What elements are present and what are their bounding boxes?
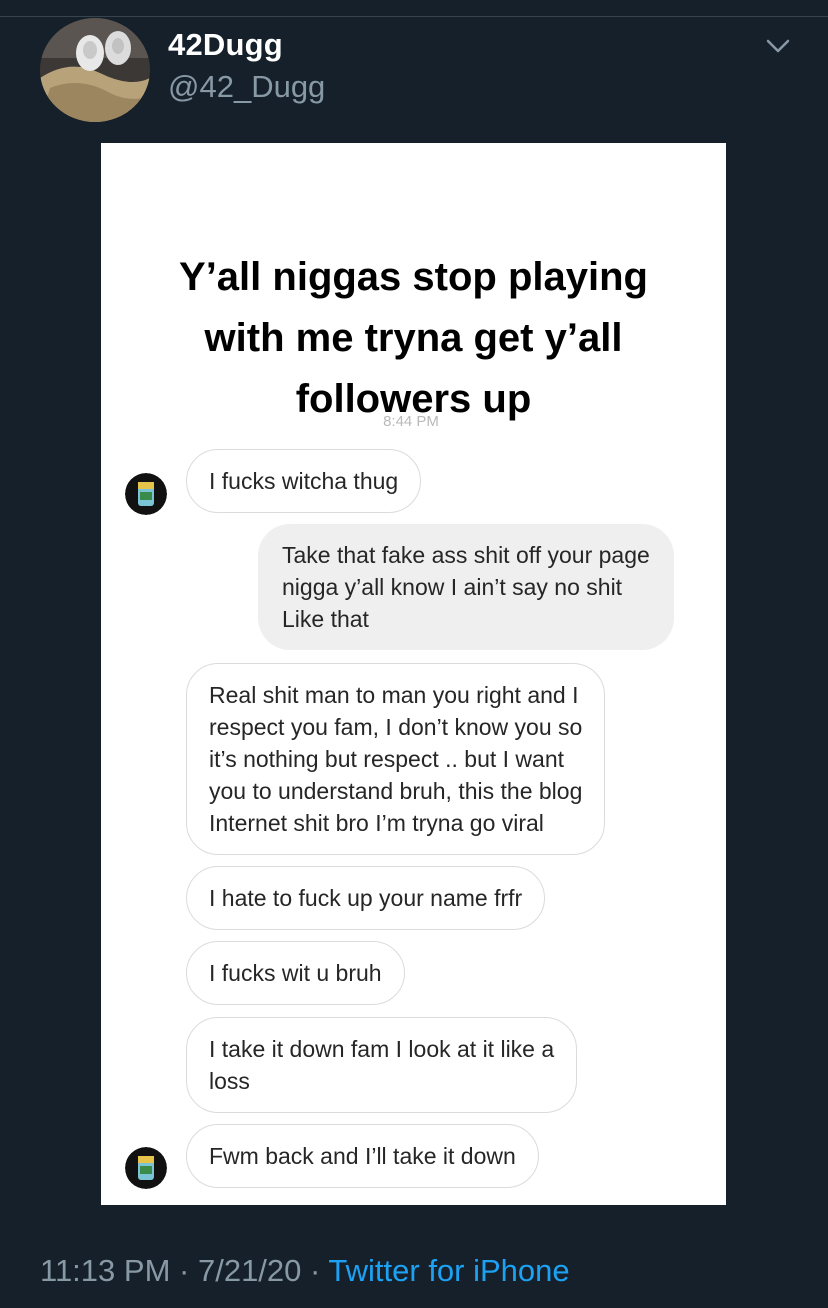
message-bubble-outgoing: Take that fake ass shit off your page ni… <box>258 524 674 650</box>
tweet: 42Dugg @42_Dugg Y’all niggas stop playin… <box>0 0 828 1308</box>
display-name[interactable]: 42Dugg <box>168 27 283 63</box>
message-line: Like that <box>282 606 369 632</box>
message-line: it’s nothing but respect .. but I want <box>209 746 565 772</box>
message-bubble: Real shit man to man you right and I res… <box>186 663 606 855</box>
profile-avatar[interactable] <box>40 18 150 122</box>
media-caption: Y’all niggas stop playing with me tryna … <box>101 247 726 430</box>
message-line: nigga y’all know I ain’t say no shit <box>282 574 623 600</box>
tweet-source-link[interactable]: Twitter for iPhone <box>328 1253 569 1288</box>
message-line: Fwm back and I’ll take it down <box>209 1143 516 1169</box>
message-line: Internet shit bro I’m tryna go viral <box>209 810 544 836</box>
chevron-down-icon[interactable] <box>760 32 796 62</box>
message-line: I fucks wit u bruh <box>209 960 382 986</box>
tweet-time[interactable]: 11:13 PM <box>40 1253 170 1288</box>
message-bubble: I take it down fam I look at it like a l… <box>186 1017 578 1113</box>
message-line: I hate to fuck up your name frfr <box>209 885 523 911</box>
dm-avatar <box>125 1147 167 1189</box>
message-line: I take it down fam I look at it like a <box>209 1036 555 1062</box>
message-line: I fucks witcha thug <box>209 468 399 494</box>
message-line: Take that fake ass shit off your page <box>282 542 650 568</box>
user-handle[interactable]: @42_Dugg <box>168 69 325 105</box>
tweet-footer: 11:13 PM · 7/21/20 · Twitter for iPhone <box>40 1253 570 1289</box>
top-divider <box>0 16 828 17</box>
separator: · <box>179 1253 190 1288</box>
message-bubble: I fucks wit u bruh <box>186 941 405 1005</box>
caption-line: with me tryna get y’all <box>204 316 623 360</box>
message-line: loss <box>209 1068 250 1094</box>
tweet-date[interactable]: 7/21/20 <box>198 1253 301 1288</box>
message-line: respect you fam, I don’t know you so <box>209 714 583 740</box>
tweet-media-image[interactable]: Y’all niggas stop playing with me tryna … <box>101 143 726 1205</box>
message-line: Real shit man to man you right and I <box>209 682 579 708</box>
separator: · <box>310 1253 321 1288</box>
message-bubble: I fucks witcha thug <box>186 449 422 513</box>
caption-line: Y’all niggas stop playing <box>179 255 648 299</box>
message-line: you to understand bruh, this the blog <box>209 778 583 804</box>
caption-line: followers up <box>295 377 532 421</box>
dm-avatar <box>125 473 167 515</box>
message-bubble: I hate to fuck up your name frfr <box>186 866 546 930</box>
message-bubble: Fwm back and I’ll take it down <box>186 1124 539 1188</box>
